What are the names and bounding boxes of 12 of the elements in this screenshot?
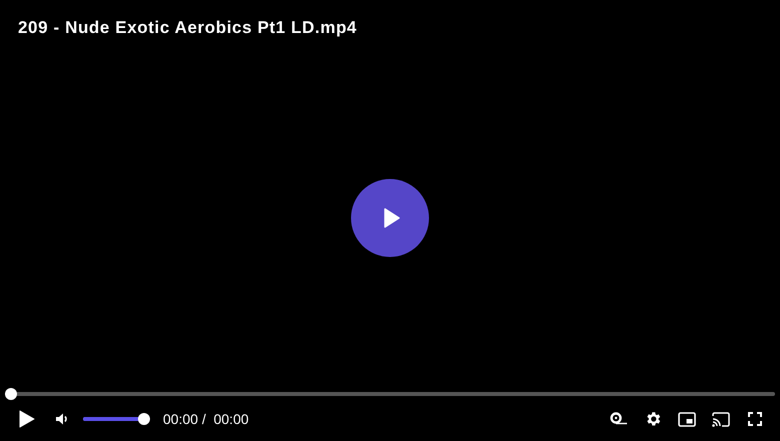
progress-thumb[interactable]	[5, 388, 17, 400]
time-separator: /	[202, 411, 206, 427]
fullscreen-icon	[748, 412, 762, 426]
video-title: 209 - Nude Exotic Aerobics Pt1 LD.mp4	[18, 17, 357, 39]
duration: 00:00	[214, 411, 249, 427]
cast-icon	[712, 412, 730, 426]
reel-icon	[610, 412, 628, 426]
volume-thumb[interactable]	[138, 413, 150, 425]
current-time: 00:00	[163, 411, 198, 427]
play-icon	[19, 410, 35, 428]
play-icon	[384, 208, 400, 228]
pip-icon	[678, 412, 696, 426]
